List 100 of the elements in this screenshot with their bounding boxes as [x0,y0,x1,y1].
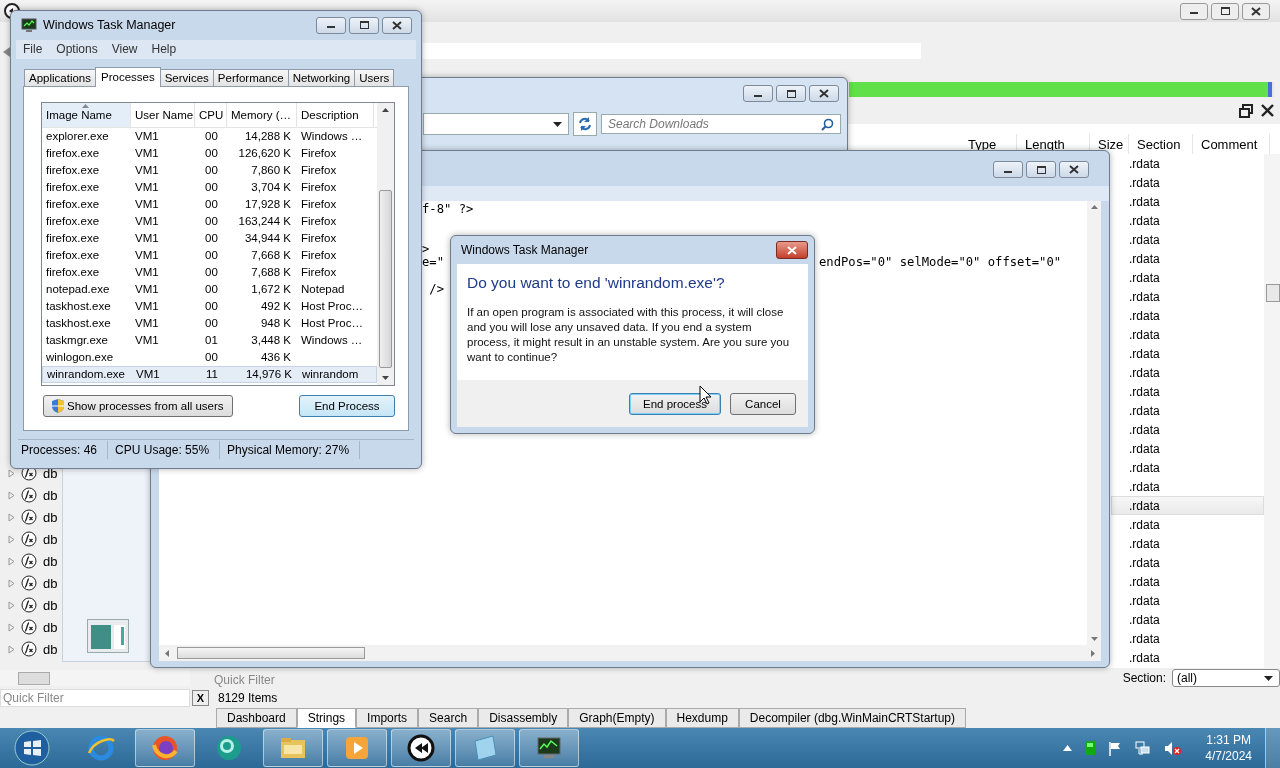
speaker-muted-icon[interactable] [1164,740,1183,756]
section-dropdown[interactable]: (all) [1172,669,1280,687]
table-row[interactable]: .rdata [1111,382,1264,401]
tab[interactable]: Users [354,68,395,86]
table-row[interactable]: winlogon.exe 00 436 K [42,348,377,366]
menu-item[interactable]: View [111,42,138,57]
column-header[interactable]: Description [297,102,374,127]
scroll-left-icon[interactable] [165,649,169,657]
tab[interactable]: Services [159,68,214,86]
table-row[interactable]: .rdata [1111,515,1264,534]
tab[interactable]: Decompiler (dbg.WinMainCRTStartup) [738,708,967,728]
scrollbar[interactable] [1264,154,1280,668]
table-row[interactable]: firefox.exe VM1 00 7,668 K Firefox [42,246,377,264]
table-row[interactable]: .rdata [1111,192,1264,211]
filter-field[interactable]: Quick Filter [214,673,294,687]
scroll-thumb[interactable] [1266,284,1280,302]
close-button[interactable] [809,85,839,102]
tab[interactable]: Strings [296,708,357,728]
status-icon[interactable] [1085,741,1096,755]
tab[interactable]: Hexdump [665,708,739,728]
function-name[interactable]: db [43,531,58,547]
clock[interactable]: 1:31 PM 4/7/2024 [1205,732,1252,764]
table-row[interactable]: firefox.exe VM1 00 7,860 K Firefox [42,161,377,179]
table-row[interactable]: .rdata [1111,610,1264,629]
table-row[interactable]: firefox.exe VM1 00 17,928 K Firefox [42,195,377,213]
expand-arrow-icon[interactable] [8,622,15,632]
show-hidden-icons-arrow-icon[interactable] [1063,745,1073,751]
table-row[interactable]: .rdata [1111,249,1264,268]
table-row[interactable]: firefox.exe VM1 00 3,704 K Firefox [42,178,377,196]
scrollbar[interactable] [1087,201,1101,645]
table-row[interactable]: .rdata [1111,648,1264,667]
maximize-button[interactable] [349,16,379,34]
table-row[interactable]: .rdata [1111,344,1264,363]
close-button[interactable] [776,241,808,259]
table-row[interactable]: .rdata [1111,534,1264,553]
table-row[interactable]: .rdata [1111,477,1264,496]
table-row[interactable]: .rdata [1111,572,1264,591]
expand-arrow-icon[interactable] [8,644,15,654]
show-desktop-button[interactable] [1265,728,1280,768]
scrollbar[interactable] [0,670,190,686]
table-row[interactable]: firefox.exe VM1 00 7,688 K Firefox [42,263,377,281]
column-header[interactable]: Memory (… [227,102,297,127]
scroll-thumb[interactable] [379,189,392,368]
close-button[interactable] [1242,2,1270,20]
scrollbar[interactable] [377,102,394,385]
cancel-button[interactable]: Cancel [730,392,796,415]
table-row[interactable]: taskmgr.exe VM1 01 3,448 K Windows … [42,331,377,349]
close-button[interactable] [382,16,412,34]
tab[interactable]: Disassembly [478,708,569,728]
end-process-button[interactable]: End Process [299,394,395,417]
expand-arrow-icon[interactable] [8,512,15,522]
function-name[interactable]: db [43,465,58,481]
taskbar-button[interactable] [391,729,451,767]
tab[interactable]: Graph(Empty) [568,708,666,728]
function-name[interactable]: db [43,553,58,569]
table-row[interactable]: .rdata [1111,439,1264,458]
taskbar-button[interactable] [519,729,579,767]
scrollbar[interactable] [159,645,1101,661]
refresh-icon[interactable] [573,112,597,136]
address-bar[interactable] [423,113,569,135]
show-all-button[interactable]: Show processes from all users [43,394,233,417]
maximize-button[interactable] [1211,2,1239,20]
table-row[interactable]: .rdata [1111,268,1264,287]
tab[interactable]: Imports [356,708,419,728]
menu-item[interactable]: Help [151,42,177,57]
function-name[interactable]: db [43,597,58,613]
menu-item[interactable]: File [23,42,43,57]
minimize-button[interactable] [743,85,773,102]
tab[interactable]: Processes [95,66,161,87]
table-row[interactable]: taskhost.exe VM1 00 948 K Host Proc… [42,314,377,332]
table-row[interactable]: .rdata [1111,420,1264,439]
search-icon[interactable] [821,118,834,131]
minimize-button[interactable] [1180,2,1208,20]
filter-field[interactable]: Quick Filter [0,689,190,707]
table-row[interactable]: .rdata [1111,401,1264,420]
column-header[interactable]: CPU [195,102,227,127]
end-process-button[interactable]: End process [629,392,721,415]
close-icon[interactable] [1261,104,1274,117]
network-icon[interactable] [1135,740,1152,756]
table-row[interactable]: .rdata [1111,325,1264,344]
back-arrow-icon[interactable] [3,47,11,57]
column-header[interactable]: Section [1129,134,1193,154]
function-name[interactable]: db [43,487,58,503]
scroll-thumb[interactable] [177,647,365,659]
scroll-down-icon[interactable] [1090,637,1098,641]
expand-arrow-icon[interactable] [8,490,15,500]
expand-arrow-icon[interactable] [8,578,15,588]
table-row[interactable]: .rdata [1111,211,1264,230]
table-row[interactable]: .rdata [1111,363,1264,382]
table-row[interactable]: .rdata [1111,496,1264,515]
table-row[interactable]: .rdata [1111,553,1264,572]
table-row[interactable]: .rdata [1111,230,1264,249]
expand-arrow-icon[interactable] [8,534,15,544]
expand-arrow-icon[interactable] [8,468,15,478]
table-row[interactable]: firefox.exe VM1 00 163,244 K Firefox [42,212,377,230]
table-row[interactable]: .rdata [1111,458,1264,477]
table-row[interactable]: notepad.exe VM1 00 1,672 K Notepad [42,280,377,298]
scroll-thumb[interactable] [18,672,50,685]
tab[interactable]: Performance [212,68,289,86]
address-field[interactable] [423,43,921,59]
